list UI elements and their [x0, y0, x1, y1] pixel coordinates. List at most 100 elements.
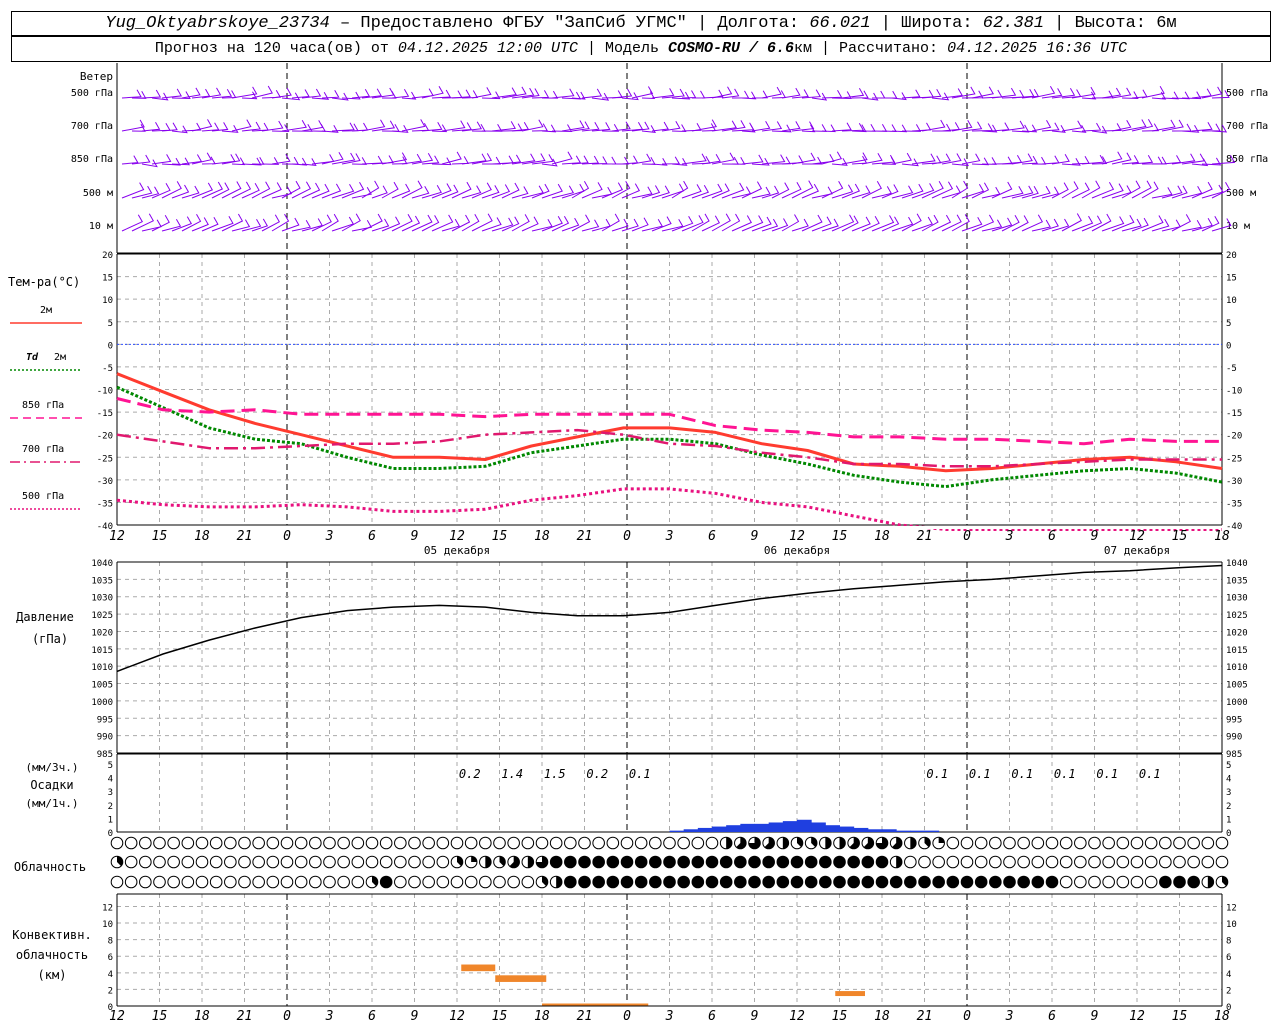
cloud-cover-circle	[379, 836, 393, 850]
cloud-cover-circle	[294, 855, 308, 869]
wind-barb	[1171, 214, 1191, 232]
wind-barb	[811, 154, 835, 165]
precip-3h-label: 0.2	[586, 767, 608, 781]
wind-barb	[491, 217, 514, 232]
cloud-cover-full	[1187, 876, 1200, 888]
wind-barb	[1161, 219, 1181, 232]
cloud-cover-circle	[167, 836, 180, 850]
temp-ytick-left: -35	[97, 499, 113, 509]
cloud-cover-full	[706, 856, 718, 868]
cloud-cover-circle	[153, 855, 166, 869]
pressure-ytick-right: 1035	[1226, 576, 1248, 586]
cloud-cover-full	[1003, 876, 1016, 888]
convective-bar	[461, 964, 496, 972]
cloud-cover-circle	[705, 836, 719, 850]
precip-bar	[867, 829, 883, 832]
cloud-cover-circle	[337, 836, 350, 850]
hour-label-top: 9	[1091, 529, 1099, 544]
precip-bar	[754, 823, 770, 832]
cloud-cover-partial	[527, 856, 534, 868]
wind-barb	[781, 182, 802, 199]
hour-label-bottom: 18	[534, 1009, 550, 1024]
precip-ytick-left: 5	[108, 761, 113, 771]
cloud-cover-circle	[436, 836, 450, 850]
wind-barb	[941, 153, 962, 165]
legend-label: 2м	[54, 352, 66, 363]
wind-barb	[611, 88, 633, 99]
wind-barb	[971, 214, 995, 232]
precip-bar	[782, 821, 798, 832]
cloud-cover-circle	[564, 836, 577, 850]
temp-ytick-left: -25	[97, 454, 113, 464]
wind-barb	[791, 180, 814, 199]
hour-label-bottom: 6	[1048, 1009, 1056, 1024]
cloud-cover-circle	[351, 836, 365, 850]
cloud-cover-partial	[782, 837, 789, 849]
hour-label-top: 21	[237, 529, 253, 544]
cloud-cover-full	[734, 856, 747, 868]
precip-bar	[910, 830, 925, 832]
precip-bar	[768, 822, 784, 832]
cloud-cover-circle	[1102, 875, 1115, 889]
cloud-cover-full	[677, 856, 690, 868]
wind-title: Ветер	[80, 70, 113, 83]
wind-barb	[371, 120, 396, 132]
pressure-ytick-left: 985	[97, 750, 113, 760]
pressure-ytick-left: 1030	[91, 594, 113, 604]
cloud-cover-full	[734, 876, 747, 888]
cloud-cover-circle	[238, 875, 251, 889]
wind-barb	[631, 86, 654, 99]
cloud-cover-full	[876, 856, 888, 868]
hour-label-bottom: 15	[492, 1009, 508, 1024]
cloud-cover-circle	[280, 875, 294, 889]
cloud-cover-circle	[280, 836, 294, 850]
cloud-cover-circle	[932, 855, 945, 869]
wind-barb	[491, 121, 517, 132]
cloud-cover-circle	[1059, 875, 1073, 889]
cloud-cover-full	[1173, 876, 1186, 888]
wind-barb	[441, 151, 462, 165]
cloud-cover-circle	[606, 836, 620, 850]
cloud-cover-circle	[1088, 875, 1101, 889]
cloud-cover-circle	[309, 836, 322, 850]
cloud-cover-full	[947, 876, 959, 888]
wind-barb	[612, 156, 630, 165]
day-label: 06 декабря	[764, 544, 830, 557]
wind-barb	[331, 216, 355, 232]
temp-ytick-right: -25	[1226, 454, 1242, 464]
precip-ytick-right: 3	[1226, 788, 1231, 798]
cloud-cover-circle	[280, 855, 294, 869]
hour-label-bottom: 18	[874, 1009, 890, 1024]
cloud-cover-circle	[1045, 855, 1059, 869]
wind-barb	[391, 125, 409, 133]
cloud-cover-circle	[1173, 836, 1186, 850]
cloud-cover-full	[961, 876, 973, 888]
cloud-cover-circle	[139, 875, 152, 889]
pressure-ytick-left: 1000	[91, 698, 113, 708]
cloud-cover-partial	[910, 837, 917, 849]
wind-barb	[381, 152, 408, 165]
wind-barb	[751, 157, 770, 166]
hour-label-bottom: 12	[789, 1009, 805, 1024]
wind-barb	[841, 88, 865, 99]
wind-level-label: 500 гПа	[71, 88, 113, 99]
hour-label-bottom: 3	[1005, 1009, 1014, 1024]
wind-barb	[871, 154, 896, 165]
wind-barb	[541, 215, 563, 232]
precip-bar	[712, 826, 727, 832]
cloud-cover-circle	[479, 875, 492, 889]
wind-barb	[801, 183, 820, 199]
cloud-cover-circle	[1003, 836, 1016, 850]
cloud-cover-full	[550, 856, 562, 868]
pressure-ytick-left: 1020	[91, 628, 113, 638]
day-label: 05 декабря	[424, 544, 490, 557]
cloud-cover-circle	[1088, 855, 1101, 869]
temp-ytick-left: 20	[102, 251, 113, 261]
hour-label-bottom: 18	[194, 1009, 210, 1024]
precip-unit-3h: (мм/3ч.)	[26, 761, 79, 774]
hour-label-bottom: 12	[109, 1009, 125, 1024]
cloud-cover-circle	[124, 855, 138, 869]
pressure-ytick-right: 995	[1226, 715, 1242, 725]
precip-ytick-left: 4	[108, 775, 113, 785]
cloud-cover-full	[975, 876, 987, 888]
